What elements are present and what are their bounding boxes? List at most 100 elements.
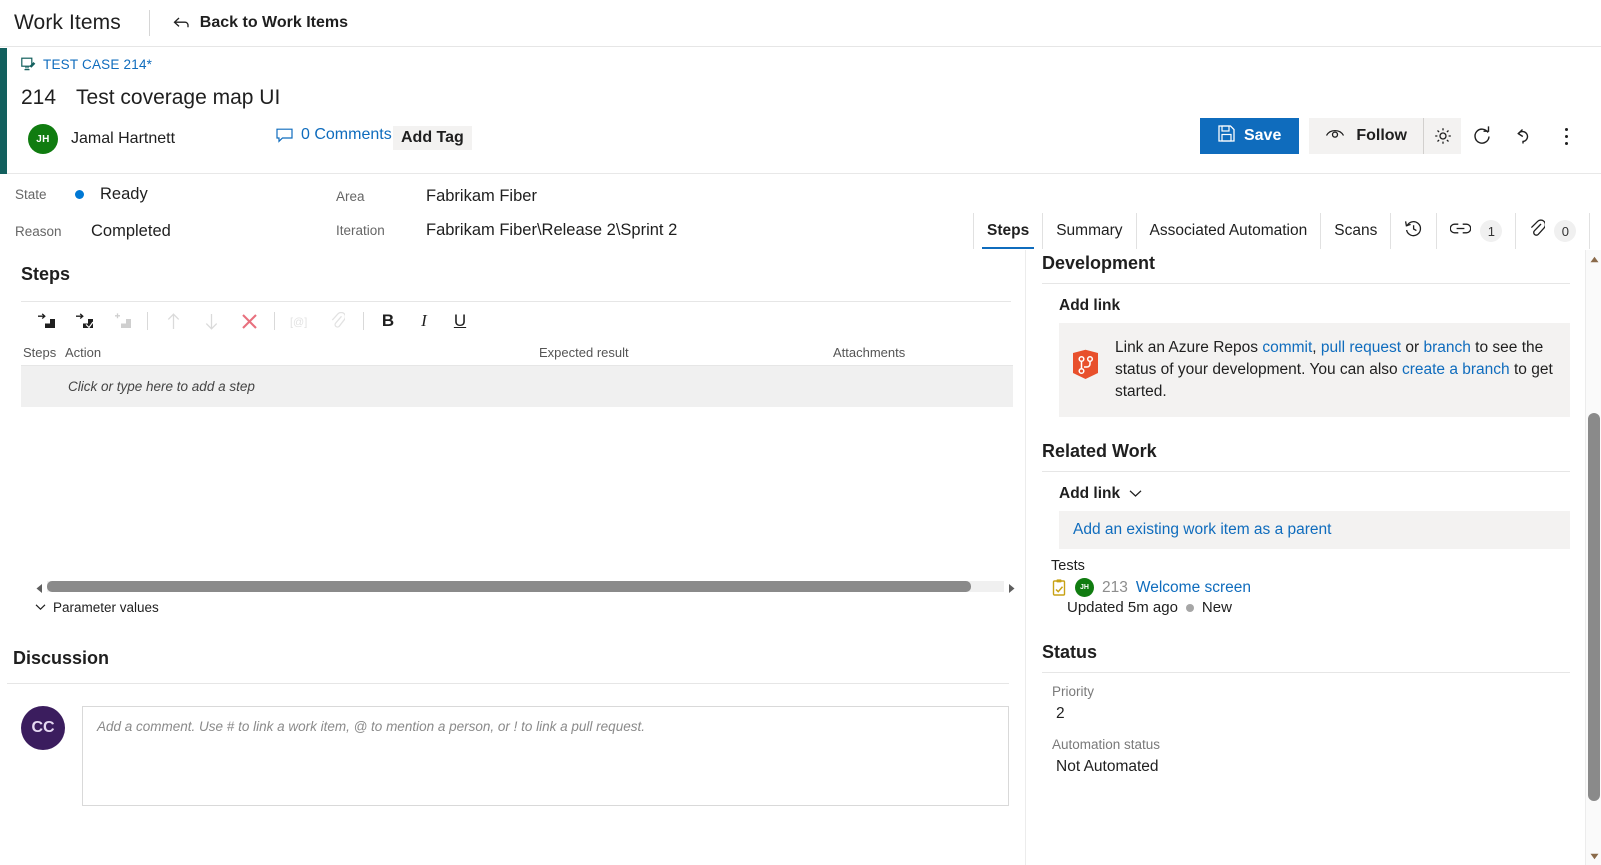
scrollbar-thumb[interactable] bbox=[47, 581, 971, 592]
column-steps: Steps bbox=[23, 345, 57, 360]
avatar: JH bbox=[1075, 578, 1094, 597]
related-work-add-link-button[interactable]: Add link bbox=[1042, 472, 1570, 511]
work-item-assignee-row[interactable]: JH Jamal Hartnett bbox=[28, 124, 175, 154]
column-expected-result: Expected result bbox=[539, 345, 629, 360]
avatar: CC bbox=[21, 706, 65, 750]
development-add-link-button[interactable]: Add link bbox=[1042, 284, 1570, 323]
priority-label: Priority bbox=[1052, 684, 1095, 699]
scrollbar-track[interactable] bbox=[47, 581, 1004, 592]
automation-status-field: Automation status Not Automated bbox=[1042, 723, 1570, 776]
parameter-values-label: Parameter values bbox=[53, 599, 159, 615]
branch-link[interactable]: branch bbox=[1423, 339, 1470, 356]
insert-shared-step-icon[interactable] bbox=[65, 306, 103, 336]
related-work-section: Related Work Add link Add an existing wo… bbox=[1042, 417, 1570, 616]
scroll-down-icon[interactable] bbox=[1586, 849, 1601, 863]
related-work-item-state: New bbox=[1201, 599, 1232, 616]
insert-step-icon[interactable] bbox=[27, 306, 65, 336]
related-work-item-title[interactable]: Welcome screen bbox=[1136, 579, 1251, 597]
pull-request-link[interactable]: pull request bbox=[1321, 339, 1401, 356]
commit-link[interactable]: commit bbox=[1262, 339, 1312, 356]
delete-step-icon[interactable] bbox=[230, 306, 268, 336]
state-dot-icon bbox=[1185, 603, 1194, 612]
scroll-left-icon[interactable] bbox=[35, 581, 44, 593]
hub-bar: Work Items Back to Work Items bbox=[0, 0, 1601, 47]
steps-horizontal-scrollbar[interactable] bbox=[35, 580, 1016, 593]
right-pane-tabs: Steps Summary Associated Automation Scan… bbox=[973, 213, 1591, 249]
test-case-small-icon bbox=[1052, 579, 1067, 596]
comment-bubble-icon bbox=[276, 128, 293, 143]
tab-history[interactable] bbox=[1390, 213, 1437, 249]
scrollbar-thumb[interactable] bbox=[1588, 413, 1600, 801]
gear-icon[interactable] bbox=[1424, 118, 1461, 154]
scroll-right-icon[interactable] bbox=[1007, 581, 1016, 593]
tab-attachments[interactable]: 0 bbox=[1515, 213, 1591, 249]
toolbar-divider-1 bbox=[147, 312, 148, 330]
related-work-item-meta: Updated 5m ago New bbox=[1042, 599, 1570, 616]
discussion-rule bbox=[7, 683, 1009, 684]
avatar: JH bbox=[28, 124, 58, 154]
state-dot-icon bbox=[75, 190, 84, 199]
move-up-icon bbox=[154, 306, 192, 336]
related-work-item[interactable]: JH 213 Welcome screen bbox=[1042, 578, 1570, 597]
field-state-label: State bbox=[15, 187, 47, 202]
field-iteration-value[interactable]: Fabrikam Fiber\Release 2\Sprint 2 bbox=[426, 221, 677, 240]
development-empty-card: Link an Azure Repos commit, pull request… bbox=[1059, 323, 1570, 417]
save-button[interactable]: Save bbox=[1199, 118, 1300, 154]
italic-button[interactable]: I bbox=[406, 311, 442, 331]
add-existing-parent-link[interactable]: Add an existing work item as a parent bbox=[1059, 511, 1570, 549]
steps-table-header: Steps Action Expected result Attachments bbox=[21, 340, 1013, 366]
field-reason: Reason Completed bbox=[15, 222, 171, 241]
create-branch-link[interactable]: create a branch bbox=[1402, 361, 1510, 378]
development-heading: Development bbox=[1042, 253, 1156, 273]
scroll-up-icon[interactable] bbox=[1586, 252, 1601, 266]
steps-empty-row-text: Click or type here to add a step bbox=[68, 379, 255, 394]
page-vertical-scrollbar[interactable] bbox=[1585, 250, 1601, 865]
refresh-icon[interactable] bbox=[1461, 118, 1503, 154]
tab-associated-automation[interactable]: Associated Automation bbox=[1135, 213, 1321, 249]
steps-pane: Steps [@] B I U Steps Action Expected re… bbox=[7, 250, 1025, 865]
tab-steps[interactable]: Steps bbox=[973, 213, 1043, 249]
comments-link[interactable]: 0 Comments bbox=[276, 126, 392, 144]
back-arrow-icon bbox=[172, 14, 190, 32]
automation-status-value[interactable]: Not Automated bbox=[1042, 752, 1570, 776]
work-item-type-row[interactable]: TEST CASE 214* bbox=[21, 57, 152, 72]
chevron-down-icon bbox=[35, 598, 46, 616]
mention-icon: [@] bbox=[281, 306, 319, 336]
bold-button[interactable]: B bbox=[370, 311, 406, 331]
related-work-group-label: Tests bbox=[1051, 558, 1085, 574]
links-count-badge: 1 bbox=[1480, 220, 1503, 242]
parameter-values-toggle[interactable]: Parameter values bbox=[35, 598, 159, 616]
field-area-value[interactable]: Fabrikam Fiber bbox=[426, 187, 537, 206]
field-reason-value[interactable]: Completed bbox=[91, 222, 171, 241]
steps-empty-row[interactable]: Click or type here to add a step bbox=[21, 366, 1013, 407]
attachments-count-badge: 0 bbox=[1554, 220, 1577, 242]
tab-summary[interactable]: Summary bbox=[1042, 213, 1136, 249]
discussion-section: Discussion CC Add a comment. Use # to li… bbox=[7, 648, 1025, 806]
back-to-work-items-button[interactable]: Back to Work Items bbox=[172, 14, 348, 32]
field-reason-label: Reason bbox=[15, 224, 62, 239]
work-item-type-label: TEST CASE 214* bbox=[43, 57, 153, 72]
work-item-page: Work Items Back to Work Items TEST CASE … bbox=[0, 0, 1601, 865]
priority-value[interactable]: 2 bbox=[1042, 699, 1570, 723]
eye-icon bbox=[1325, 127, 1345, 146]
follow-button[interactable]: Follow bbox=[1309, 118, 1423, 154]
tab-scans[interactable]: Scans bbox=[1320, 213, 1391, 249]
field-state-value[interactable]: Ready bbox=[100, 185, 148, 204]
work-item-title[interactable]: Test coverage map UI bbox=[76, 86, 280, 110]
attach-icon bbox=[319, 306, 357, 336]
follow-button-group: Follow bbox=[1309, 118, 1461, 154]
details-pane: Development Add link Link an Azure Repos… bbox=[1026, 250, 1586, 865]
priority-field: Priority 2 bbox=[1042, 673, 1570, 723]
undo-icon[interactable] bbox=[1503, 118, 1545, 154]
assignee-name: Jamal Hartnett bbox=[71, 130, 176, 147]
comment-input[interactable]: Add a comment. Use # to link a work item… bbox=[82, 706, 1009, 806]
more-vertical-icon[interactable] bbox=[1545, 118, 1587, 154]
status-section: Status Priority 2 Automation status Not … bbox=[1042, 616, 1570, 776]
underline-button[interactable]: U bbox=[442, 311, 478, 331]
steps-toolbar: [@] B I U bbox=[7, 302, 1025, 340]
tab-links[interactable]: 1 bbox=[1436, 213, 1516, 249]
add-tag-button[interactable]: Add Tag bbox=[393, 126, 472, 150]
related-work-item-updated: Updated 5m ago bbox=[1067, 599, 1178, 616]
chevron-down-icon bbox=[1129, 485, 1142, 503]
work-item-id: 214 bbox=[21, 86, 57, 109]
